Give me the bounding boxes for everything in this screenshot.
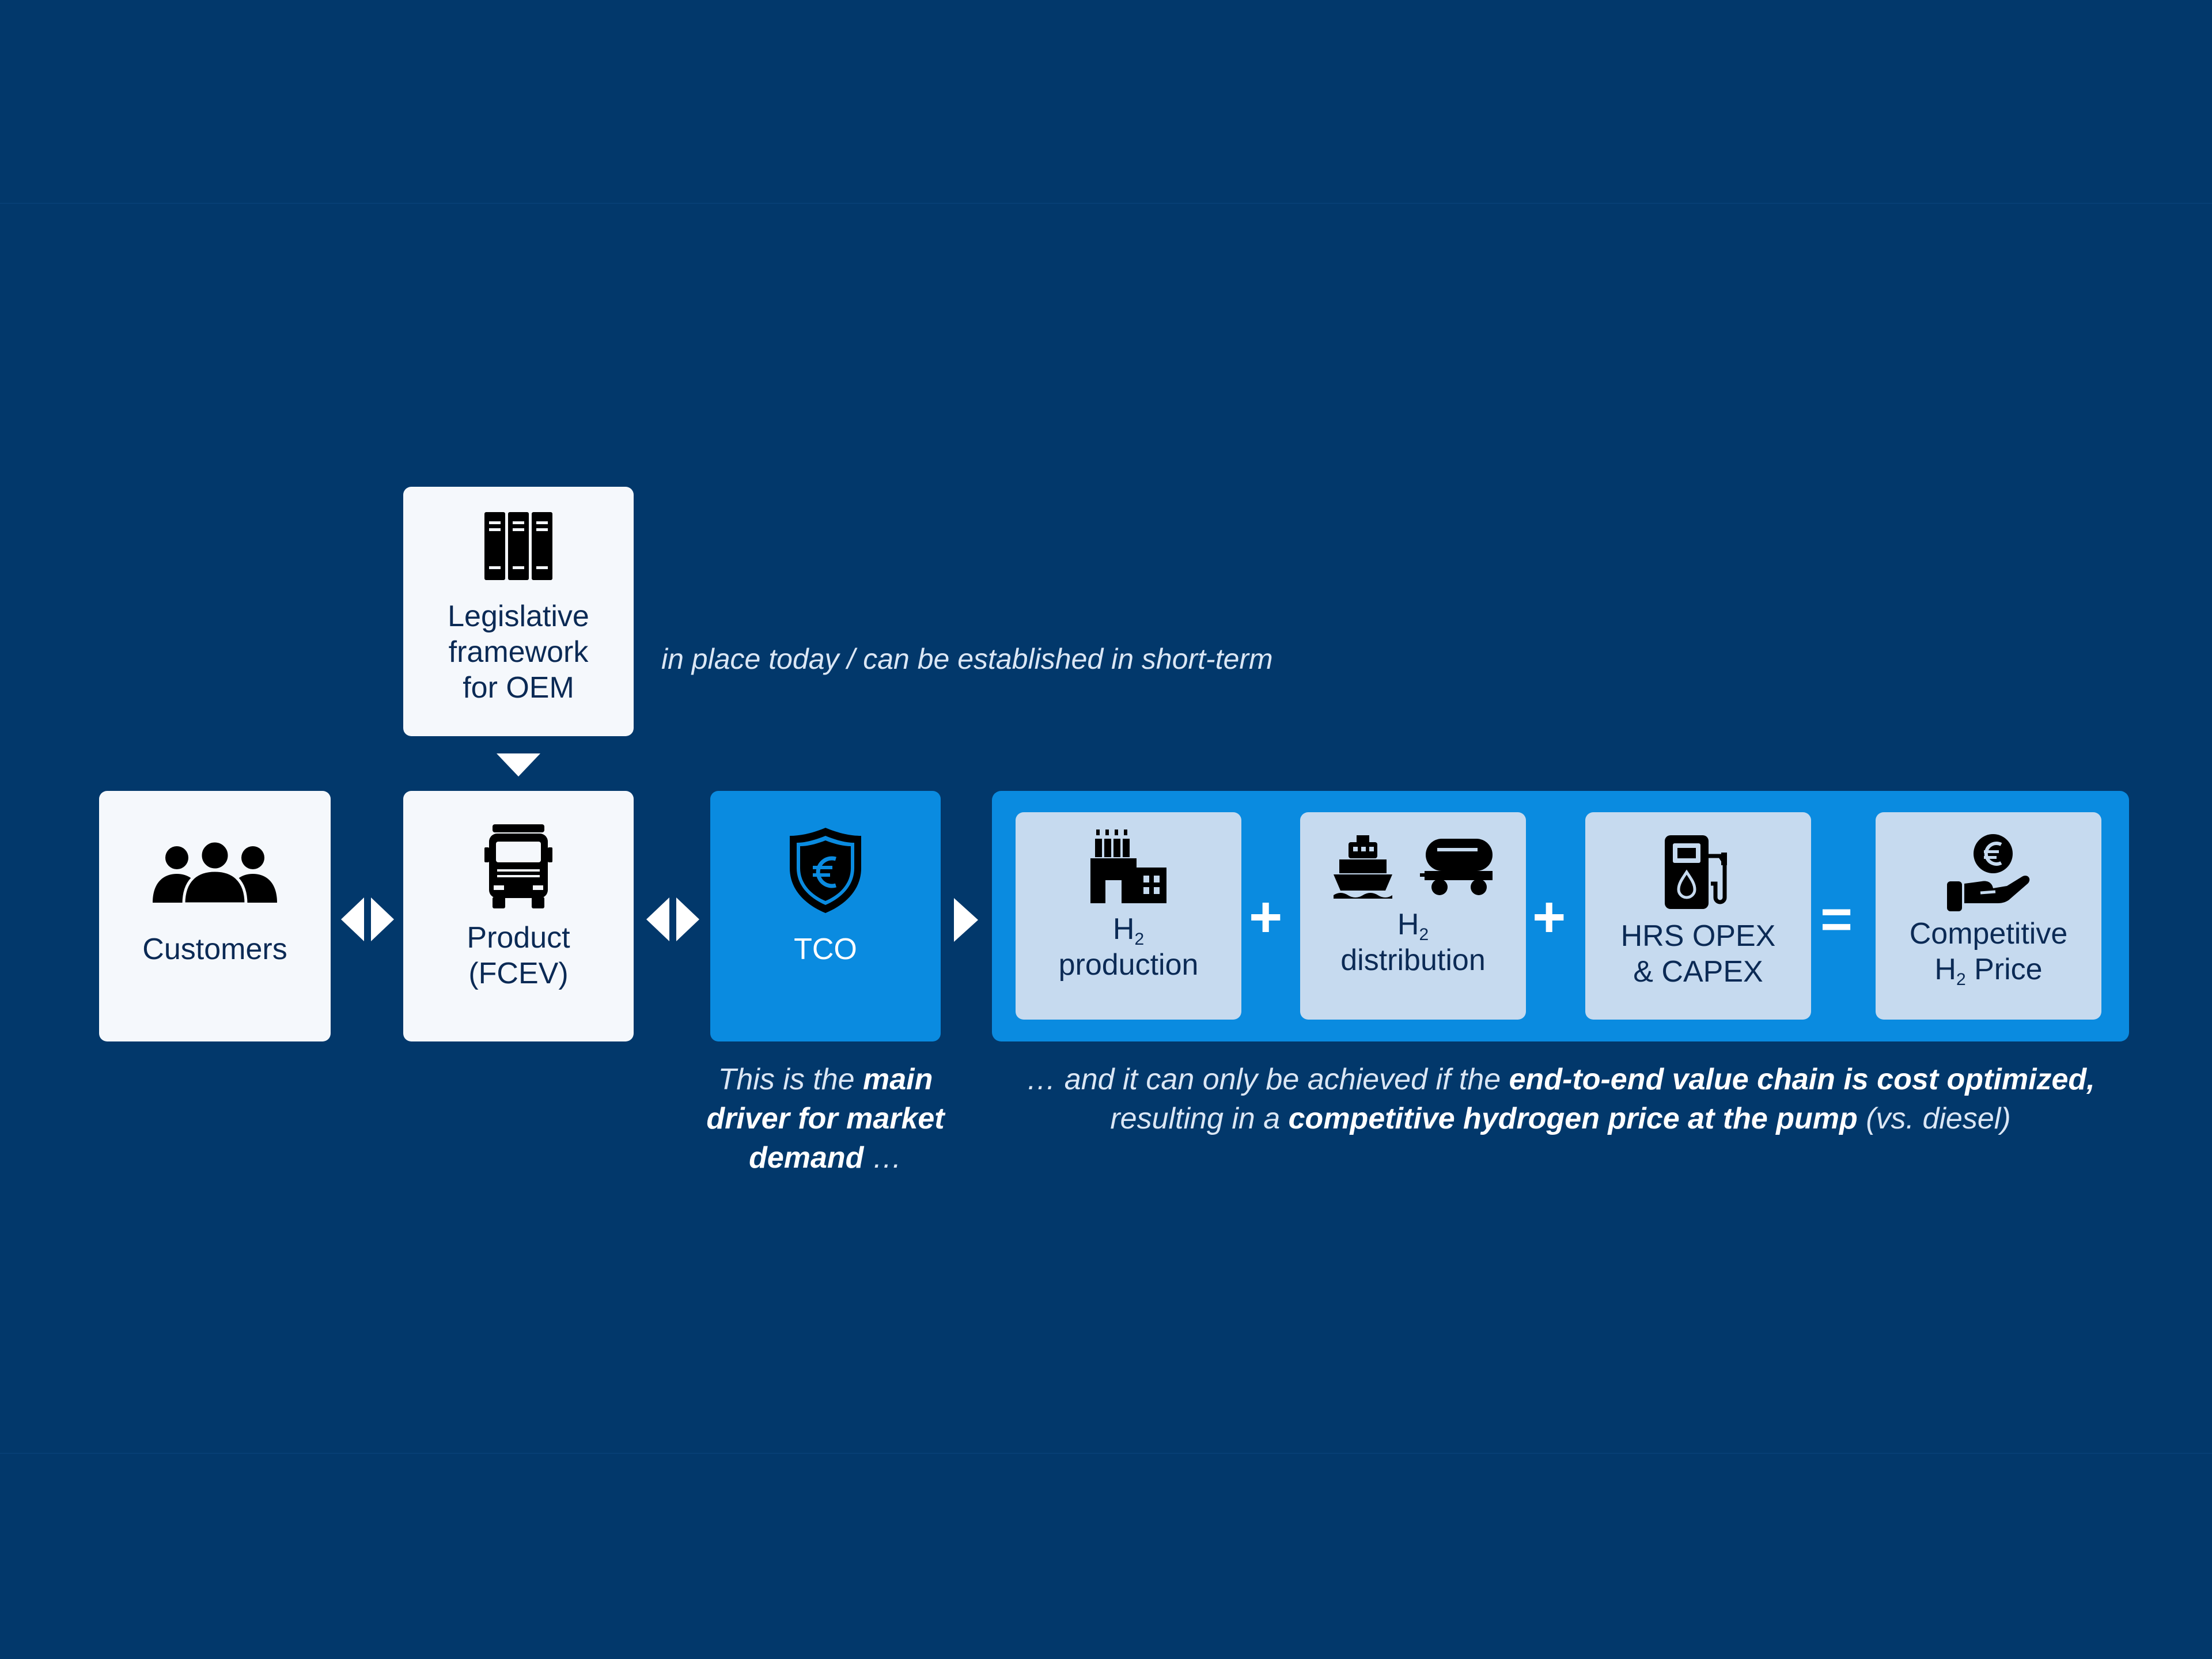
product-label-line1: Product (467, 921, 570, 955)
h2-distribution-subscript: 2 (1419, 925, 1429, 944)
top-note: in place today / can be established in s… (661, 643, 1273, 675)
h2-production-label-line2: production (1058, 948, 1199, 982)
chain-note: … and it can only be achieved if the end… (992, 1060, 2129, 1138)
top-divider (0, 203, 2212, 204)
plus-operator: + (1249, 885, 1283, 949)
h2-price-subscript: 2 (1956, 970, 1966, 989)
bottom-divider (0, 1453, 2212, 1454)
legislative-label-line3: for OEM (463, 671, 574, 704)
tco-note-bold2: driver for market (706, 1102, 945, 1135)
h2-production-subscript: 2 (1134, 930, 1145, 949)
chain-note-text3: (vs. diesel) (1857, 1102, 2011, 1135)
h2-distribution-label-line1: H2 (1340, 907, 1485, 944)
legislative-label-line2: framework (448, 635, 589, 669)
hrs-box: HRS OPEX & CAPEX (1585, 812, 1811, 1020)
tco-note-text2: … (863, 1141, 902, 1175)
customers-label: Customers (142, 933, 287, 966)
h2-production-label-line1: H2 (1059, 911, 1199, 949)
truck-icon (484, 824, 552, 908)
fuel-pump-icon (1665, 835, 1732, 909)
legislative-label-line1: Legislative (448, 600, 589, 633)
customers-box: Customers (99, 791, 331, 1041)
euro-shield-icon (787, 825, 863, 915)
people-icon (153, 842, 277, 904)
h2-price-box: Competitive H2 Price (1876, 812, 2101, 1020)
bidirectional-arrow-icon (341, 897, 394, 941)
tco-box: TCO (710, 791, 941, 1041)
hrs-label-line2: & CAPEX (1633, 955, 1763, 988)
legislative-box: Legislative framework for OEM (403, 487, 634, 736)
h2-price-suffix: Price (1965, 953, 2043, 986)
h2-distribution-box: H2 distribution (1300, 812, 1526, 1020)
tco-note-text1: This is the (718, 1063, 863, 1096)
books-icon (483, 511, 554, 581)
factory-icon (1090, 830, 1166, 903)
chain-note-text2: resulting in a (1110, 1102, 1289, 1135)
down-arrow-icon (497, 753, 540, 777)
h2-distribution-label-line2: distribution (1340, 944, 1486, 977)
h2-distribution-prefix: H (1397, 908, 1419, 941)
chain-note-text1: … and it can only be achieved if the (1026, 1063, 1509, 1096)
tco-label: TCO (794, 933, 857, 966)
h2-price-label-line2: H2 Price (1910, 952, 2068, 989)
right-arrow-icon (954, 898, 978, 942)
bidirectional-arrow-icon-2 (646, 897, 699, 941)
h2-price-prefix: H (1934, 953, 1956, 986)
h2-production-prefix: H (1112, 912, 1135, 946)
h2-production-box: H2 production (1016, 812, 1241, 1020)
hand-euro-icon (1947, 833, 2030, 911)
ship-tanker-icon (1334, 835, 1493, 899)
hrs-label-line1: HRS OPEX (1620, 919, 1776, 953)
chain-note-bold2: competitive hydrogen price at the pump (1288, 1102, 1858, 1135)
plus-operator-2: + (1532, 885, 1566, 949)
tco-note: This is the main driver for market deman… (687, 1060, 964, 1177)
tco-note-bold1: main (863, 1063, 933, 1096)
tco-note-bold3: demand (749, 1141, 864, 1175)
h2-price-label-line1: Competitive (1909, 917, 2068, 950)
chain-note-bold1: end-to-end value chain is cost optimized… (1509, 1063, 2095, 1096)
equals-operator: = (1820, 888, 1853, 950)
product-label-line2: (FCEV) (468, 957, 569, 990)
product-box: Product (FCEV) (403, 791, 634, 1041)
